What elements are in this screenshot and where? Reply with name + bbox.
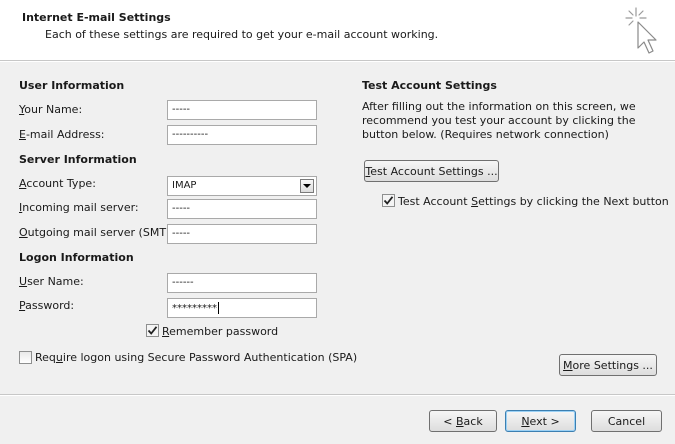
auto-test-checkbox[interactable] <box>382 194 395 207</box>
password-input[interactable]: ********* <box>167 298 317 318</box>
back-button[interactable]: < Back <box>429 410 497 432</box>
account-type-select[interactable]: IMAP <box>167 176 317 196</box>
password-value: ********* <box>172 303 217 314</box>
spa-checkbox[interactable] <box>19 351 32 364</box>
incoming-server-input[interactable]: ----- <box>167 199 317 219</box>
password-label: Password: <box>19 299 75 312</box>
your-name-input[interactable]: ----- <box>167 100 317 120</box>
auto-test-label[interactable]: Test Account Settings by clicking the Ne… <box>398 195 669 208</box>
cancel-button[interactable]: Cancel <box>591 410 662 432</box>
test-settings-heading: Test Account Settings <box>362 79 497 92</box>
checkmark-icon <box>147 326 158 335</box>
more-settings-button[interactable]: More Settings ... <box>559 354 657 376</box>
logon-info-heading: Logon Information <box>19 251 134 264</box>
page-subtitle: Each of these settings are required to g… <box>45 28 439 41</box>
incoming-server-label: Incoming mail server: <box>19 201 139 214</box>
test-account-settings-label: Test Account Settings ... <box>365 164 498 178</box>
remember-password-checkbox[interactable] <box>146 324 159 337</box>
account-type-value: IMAP <box>172 180 197 191</box>
server-info-heading: Server Information <box>19 153 137 166</box>
spa-label[interactable]: Require logon using Secure Password Auth… <box>35 351 357 364</box>
more-settings-label: More Settings ... <box>563 358 653 372</box>
back-label: < Back <box>443 414 483 428</box>
next-button[interactable]: Next > <box>505 410 576 432</box>
user-info-heading: User Information <box>19 79 125 92</box>
wizard-cursor-sparkle-icon <box>625 7 657 54</box>
dropdown-arrow-icon[interactable] <box>300 179 314 193</box>
user-name-input[interactable]: ------ <box>167 273 317 293</box>
wizard-header: Internet E-mail Settings Each of these s… <box>0 0 675 60</box>
footer-divider <box>0 394 675 396</box>
remember-password-label[interactable]: Remember password <box>162 325 278 338</box>
next-label: Next > <box>521 414 560 428</box>
page-title: Internet E-mail Settings <box>22 11 171 24</box>
outgoing-server-input[interactable]: ----- <box>167 224 317 244</box>
test-settings-description: After filling out the information on thi… <box>362 100 636 141</box>
checkmark-icon <box>383 196 394 205</box>
text-caret <box>218 302 219 314</box>
header-divider <box>0 60 675 62</box>
email-address-label: E-mail Address: <box>19 128 105 141</box>
user-name-label: User Name: <box>19 275 84 288</box>
email-address-input[interactable]: ---------- <box>167 125 317 145</box>
test-account-settings-button[interactable]: Test Account Settings ... <box>364 160 499 182</box>
your-name-label: Your Name: <box>19 103 83 116</box>
account-type-label: Account Type: <box>19 177 96 190</box>
outgoing-server-label: Outgoing mail server (SMTP): <box>19 226 181 239</box>
